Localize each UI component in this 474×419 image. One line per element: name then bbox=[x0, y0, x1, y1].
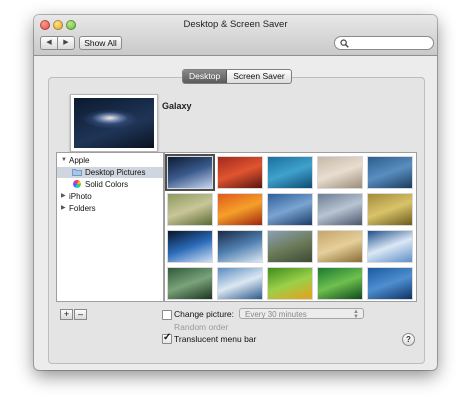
thumbnail[interactable] bbox=[218, 268, 262, 299]
translucent-menu-bar-checkbox[interactable] bbox=[162, 332, 172, 344]
thumbnail[interactable] bbox=[268, 268, 312, 299]
galaxy-preview-image bbox=[74, 98, 154, 148]
chevron-left-icon[interactable]: ◀ bbox=[41, 37, 58, 49]
source-item-solid-colors[interactable]: Solid Colors bbox=[57, 179, 163, 190]
source-item-folders[interactable]: ▶ Folders bbox=[57, 203, 163, 214]
add-folder-button[interactable]: + bbox=[60, 309, 73, 320]
random-order-label[interactable]: Random order bbox=[174, 322, 228, 332]
search-icon bbox=[340, 39, 349, 48]
select-arrows-icon: ▲ ▼ bbox=[353, 309, 359, 320]
thumbnail[interactable] bbox=[268, 231, 312, 262]
thumbnail[interactable] bbox=[368, 268, 412, 299]
source-item-desktop-pictures[interactable]: Desktop Pictures bbox=[57, 167, 163, 178]
change-picture-label: Change picture: bbox=[174, 309, 235, 319]
thumbnail[interactable] bbox=[318, 268, 362, 299]
source-list: ▼ Apple Desktop Pictures Solid Colors ▶ … bbox=[56, 152, 164, 302]
thumbnail[interactable] bbox=[218, 157, 262, 188]
current-picture-preview bbox=[70, 94, 158, 152]
thumbnail[interactable] bbox=[368, 194, 412, 225]
thumbnail[interactable] bbox=[368, 157, 412, 188]
source-item-iphoto[interactable]: ▶ iPhoto bbox=[57, 191, 163, 202]
tab-screen-saver[interactable]: Screen Saver bbox=[227, 70, 291, 83]
change-picture-checkbox[interactable] bbox=[162, 310, 172, 320]
title-bar: Desktop & Screen Saver ◀ ▶ Show All bbox=[34, 15, 437, 56]
folder-icon bbox=[72, 169, 82, 176]
thumbnail[interactable] bbox=[368, 231, 412, 262]
tab-bar: Desktop Screen Saver bbox=[182, 69, 292, 84]
color-wheel-icon bbox=[73, 180, 81, 188]
interval-select[interactable]: Every 30 minutes ▲ ▼ bbox=[239, 308, 364, 320]
thumbnail[interactable] bbox=[218, 231, 262, 262]
source-item-label: Solid Colors bbox=[85, 180, 129, 189]
thumbnail[interactable] bbox=[318, 157, 362, 188]
interval-value: Every 30 minutes bbox=[245, 310, 307, 319]
disclosure-closed-icon[interactable]: ▶ bbox=[61, 203, 66, 214]
source-item-label: Folders bbox=[69, 204, 96, 213]
thumbnail[interactable] bbox=[168, 231, 212, 262]
back-forward-control: ◀ ▶ bbox=[40, 36, 75, 50]
source-item-label: Desktop Pictures bbox=[85, 168, 146, 177]
thumbnail[interactable] bbox=[268, 194, 312, 225]
disclosure-open-icon[interactable]: ▼ bbox=[61, 155, 67, 166]
source-item-apple[interactable]: ▼ Apple bbox=[57, 155, 163, 166]
source-item-label: iPhoto bbox=[69, 192, 92, 201]
picture-grid bbox=[164, 152, 417, 302]
disclosure-closed-icon[interactable]: ▶ bbox=[61, 191, 66, 202]
remove-folder-button[interactable]: – bbox=[74, 309, 87, 320]
chevron-right-icon[interactable]: ▶ bbox=[58, 37, 74, 49]
window-title: Desktop & Screen Saver bbox=[183, 19, 288, 30]
preferences-window: Desktop & Screen Saver ◀ ▶ Show All Desk… bbox=[34, 15, 437, 370]
thumbnail[interactable] bbox=[218, 194, 262, 225]
thumbnail[interactable] bbox=[318, 194, 362, 225]
help-button[interactable]: ? bbox=[402, 333, 415, 346]
current-picture-name: Galaxy bbox=[162, 101, 192, 111]
thumbnail[interactable] bbox=[318, 231, 362, 262]
thumbnail[interactable] bbox=[268, 157, 312, 188]
search-input[interactable] bbox=[351, 37, 429, 49]
search-field[interactable] bbox=[334, 36, 434, 50]
translucent-menu-bar-label: Translucent menu bar bbox=[174, 334, 257, 344]
thumbnail[interactable] bbox=[165, 154, 215, 191]
thumbnail[interactable] bbox=[168, 194, 212, 225]
source-item-label: Apple bbox=[69, 156, 90, 165]
show-all-button[interactable]: Show All bbox=[79, 36, 122, 50]
tab-desktop[interactable]: Desktop bbox=[183, 70, 228, 83]
thumbnail[interactable] bbox=[168, 268, 212, 299]
